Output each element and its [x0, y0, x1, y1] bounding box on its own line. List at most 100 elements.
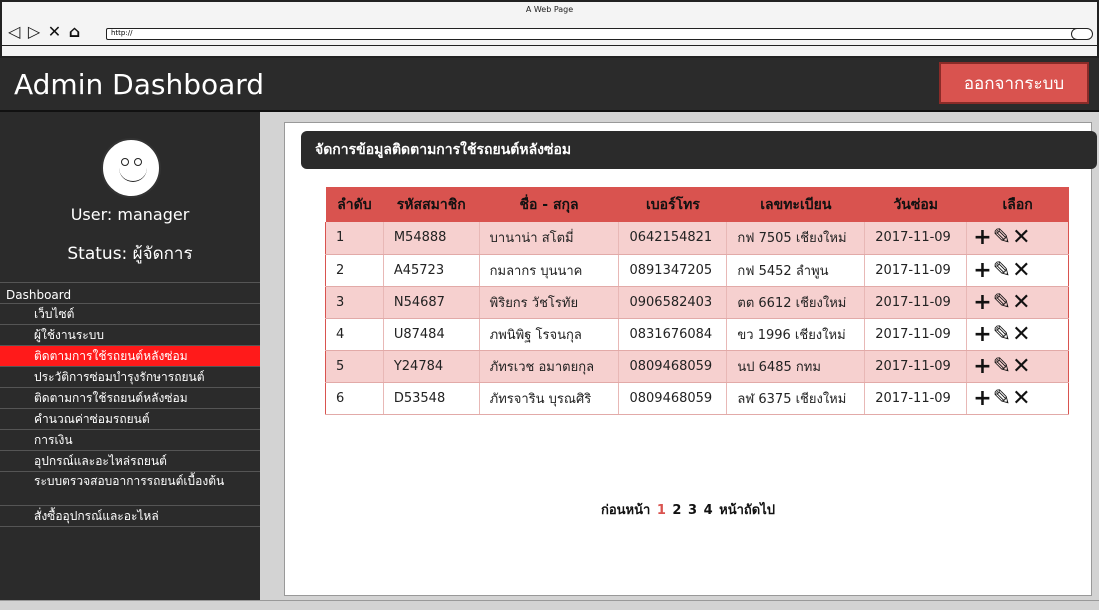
cell-actions: +✎✕: [966, 286, 1069, 319]
cell-phone: 0831676084: [618, 318, 727, 351]
add-icon[interactable]: +: [973, 386, 992, 411]
sidebar: User: manager Status: ผู้จัดการ Dashboar…: [0, 112, 260, 600]
app-header: Admin Dashboard ออกจากระบบ: [0, 58, 1099, 112]
cell-name: ภัทรจาริน บุรณศิริ: [478, 382, 619, 415]
cell-actions: +✎✕: [966, 318, 1069, 351]
sidebar-item-repair-history[interactable]: ประวัติการซ่อมบำรุงรักษารถยนต์: [0, 367, 260, 388]
col-header-plate: เลขทะเบียน: [726, 187, 865, 222]
col-header-repair-date: วันซ่อม: [864, 187, 967, 222]
cell-name: ภัทรเวช อมาตยกุล: [478, 350, 619, 383]
edit-icon[interactable]: ✎: [993, 322, 1012, 347]
pager-page-1[interactable]: 1: [657, 503, 666, 518]
edit-icon[interactable]: ✎: [993, 225, 1012, 250]
cell-member-id: A45723: [382, 254, 480, 287]
edit-icon[interactable]: ✎: [993, 258, 1012, 283]
col-header-phone: เบอร์โทร: [618, 187, 727, 222]
cell-plate: นป 6485 กทม: [726, 350, 865, 383]
cell-actions: +✎✕: [966, 254, 1069, 287]
delete-icon[interactable]: ✕: [1012, 290, 1031, 315]
sidebar-item-parts[interactable]: อุปกรณ์และอะไหล่รถยนต์: [0, 451, 260, 472]
cell-member-id: N54687: [382, 286, 480, 319]
table-row: 4 U87484 ภพนิพิฐ โรจนกุล 0831676084 ขว 1996 …: [325, 318, 1069, 351]
cell-actions: +✎✕: [966, 382, 1069, 415]
chrome-divider: [2, 45, 1097, 46]
cell-no: 4: [325, 318, 384, 351]
table-row: 1 M54888 บานาน่า สโตมี่ 0642154821 กฟ 7505 เ…: [325, 222, 1069, 255]
cell-no: 3: [325, 286, 384, 319]
cell-member-id: Y24784: [382, 350, 480, 383]
cell-repair-date: 2017-11-09: [864, 350, 967, 383]
cell-name: ภพนิพิฐ โรจนกุล: [478, 318, 619, 351]
sidebar-item-users[interactable]: ผู้ใช้งานระบบ: [0, 325, 260, 346]
col-header-name: ชื่อ - สกุล: [479, 187, 619, 222]
cell-name: พิริยกร วัชโรทัย: [478, 286, 619, 319]
delete-icon[interactable]: ✕: [1012, 225, 1031, 250]
tracking-table: ลำดับ รหัสสมาชิก ชื่อ - สกุล เบอร์โทร เล…: [325, 187, 1069, 415]
delete-icon[interactable]: ✕: [1012, 354, 1031, 379]
delete-icon[interactable]: ✕: [1012, 258, 1031, 283]
cell-member-id: U87484: [382, 318, 480, 351]
cell-no: 1: [325, 222, 384, 255]
cell-plate: กฟ 7505 เชียงใหม่: [726, 222, 865, 255]
cell-phone: 0642154821: [618, 222, 727, 255]
user-status: Status: ผู้จัดการ: [67, 244, 193, 264]
add-icon[interactable]: +: [973, 258, 992, 283]
cell-no: 6: [325, 382, 384, 415]
edit-icon[interactable]: ✎: [993, 386, 1012, 411]
cell-repair-date: 2017-11-09: [864, 318, 967, 351]
avatar: [101, 138, 161, 198]
pagination: ก่อนหน้า 1 2 3 4 หน้าถัดไป: [285, 499, 1091, 520]
add-icon[interactable]: +: [973, 322, 992, 347]
content-panel: จัดการข้อมูลติดตามการใช้รถยนต์หลังซ่อม ล…: [284, 122, 1097, 596]
add-icon[interactable]: +: [973, 290, 992, 315]
cell-repair-date: 2017-11-09: [864, 382, 967, 415]
table-row: 5 Y24784 ภัทรเวช อมาตยกุล 0809468059 นป 6485…: [325, 350, 1069, 383]
cell-no: 5: [325, 350, 384, 383]
browser-chrome: A Web Page ◁ ▷ ✕ ⌂ http://: [0, 0, 1099, 58]
pager-page-3[interactable]: 3: [688, 503, 697, 518]
sidebar-item-cost-calc[interactable]: คำนวณค่าซ่อมรถยนต์: [0, 409, 260, 430]
pager-page-4[interactable]: 4: [704, 503, 713, 518]
sidebar-section-dashboard[interactable]: Dashboard: [0, 283, 260, 304]
sidebar-nav: Dashboard เว็บไซต์ ผู้ใช้งานระบบ ติดตามก…: [0, 282, 260, 527]
cell-name: กมลากร บุนนาค: [478, 254, 619, 287]
avatar-eye-left: [121, 158, 129, 166]
col-header-select: เลือก: [966, 187, 1069, 222]
footer-bar: [0, 600, 1099, 610]
add-icon[interactable]: +: [973, 354, 992, 379]
add-icon[interactable]: +: [973, 225, 992, 250]
delete-icon[interactable]: ✕: [1012, 386, 1031, 411]
sidebar-item-order-parts[interactable]: สั่งซื้ออุปกรณ์และอะไหล่: [0, 506, 260, 527]
cell-repair-date: 2017-11-09: [864, 254, 967, 287]
cell-member-id: M54888: [382, 222, 480, 255]
cell-plate: กฟ 5452 ลำพูน: [726, 254, 865, 287]
delete-icon[interactable]: ✕: [1012, 322, 1031, 347]
cell-name: บานาน่า สโตมี่: [478, 222, 619, 255]
avatar-mouth: [119, 166, 147, 182]
cell-member-id: D53548: [382, 382, 480, 415]
url-bar[interactable]: http://: [106, 28, 1084, 40]
pager-page-2[interactable]: 2: [672, 503, 681, 518]
cell-actions: +✎✕: [966, 350, 1069, 383]
page-title: Admin Dashboard: [14, 68, 265, 101]
pager-prev[interactable]: ก่อนหน้า: [601, 503, 650, 518]
sidebar-item-website[interactable]: เว็บไซต์: [0, 304, 260, 325]
logout-button[interactable]: ออกจากระบบ: [939, 62, 1089, 104]
sidebar-item-finance[interactable]: การเงิน: [0, 430, 260, 451]
sidebar-item-tracking[interactable]: ติดตามการใช้รถยนต์หลังซ่อม: [0, 388, 260, 409]
window-title: A Web Page: [525, 5, 574, 14]
cell-plate: ลฬ 6375 เชียงใหม่: [726, 382, 865, 415]
search-icon[interactable]: [1071, 28, 1093, 40]
cell-repair-date: 2017-11-09: [864, 222, 967, 255]
avatar-eye-right: [134, 158, 142, 166]
pager-next[interactable]: หน้าถัดไป: [719, 503, 775, 518]
cell-no: 2: [325, 254, 384, 287]
section-title: จัดการข้อมูลติดตามการใช้รถยนต์หลังซ่อม: [301, 131, 1097, 169]
sidebar-item-diagnosis[interactable]: ระบบตรวจสอบอาการรถยนต์เบื้องต้น: [0, 472, 260, 506]
edit-icon[interactable]: ✎: [993, 354, 1012, 379]
sidebar-item-tracking-active[interactable]: ติดตามการใช้รถยนต์หลังซ่อม: [0, 346, 260, 367]
table-row: 6 D53548 ภัทรจาริน บุรณศิริ 0809468059 ลฬ 63…: [325, 382, 1069, 415]
cell-repair-date: 2017-11-09: [864, 286, 967, 319]
browser-nav-icons[interactable]: ◁ ▷ ✕ ⌂: [8, 22, 81, 41]
edit-icon[interactable]: ✎: [993, 290, 1012, 315]
